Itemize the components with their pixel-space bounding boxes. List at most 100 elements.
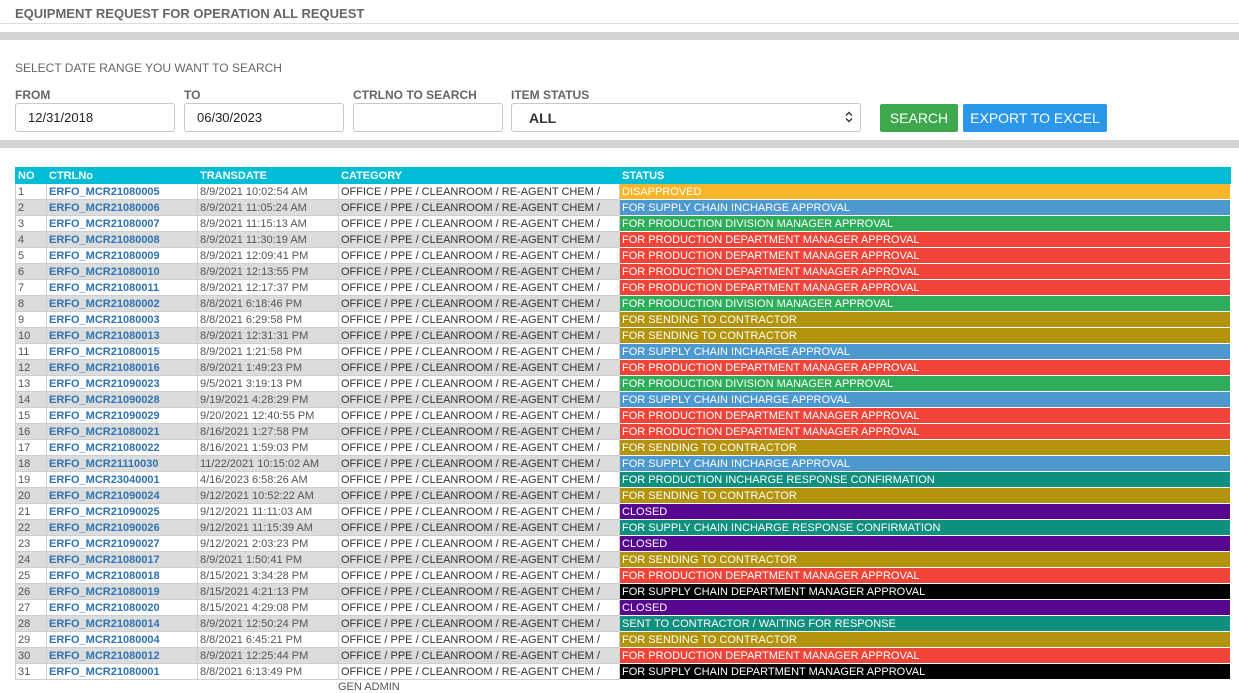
row-ctrlno-link[interactable]: ERFO_MCR21080007 — [46, 215, 198, 232]
from-label: FROM — [15, 88, 51, 102]
header-no[interactable]: NO — [15, 167, 47, 184]
row-ctrlno-link[interactable]: ERFO_MCR21080017 — [46, 551, 198, 568]
row-status: FOR SENDING TO CONTRACTOR — [619, 311, 1231, 328]
table-row[interactable]: 3 ERFO_MCR21080007 8/9/2021 11:15:13 AM OFF… — [15, 215, 1231, 232]
table-row[interactable]: 4 ERFO_MCR21080008 8/9/2021 11:30:19 AM OFF… — [15, 231, 1231, 248]
to-date-input[interactable]: 06/30/2023 — [184, 103, 344, 132]
row-ctrlno-link[interactable]: ERFO_MCR21090027 — [46, 535, 198, 552]
row-ctrlno-link[interactable]: ERFO_MCR21080004 — [46, 631, 198, 648]
row-category: OFFICE / PPE / CLEANROOM / RE-AGENT CHEM… — [338, 327, 620, 344]
table-row[interactable]: 11 ERFO_MCR21080015 8/9/2021 1:21:58 PM OFF… — [15, 343, 1231, 360]
item-status-label: ITEM STATUS — [511, 88, 590, 102]
search-button[interactable]: SEARCH — [880, 104, 958, 132]
category-overflow-text: GEN ADMIN — [338, 681, 400, 693]
table-row[interactable]: 8 ERFO_MCR21080002 8/8/2021 6:18:46 PM OFFI… — [15, 295, 1231, 312]
row-ctrlno-link[interactable]: ERFO_MCR21080014 — [46, 615, 198, 632]
table-row[interactable]: 22 ERFO_MCR21090026 9/12/2021 11:15:39 AM O… — [15, 519, 1231, 536]
table-row[interactable]: 24 ERFO_MCR21080017 8/9/2021 1:50:41 PM OFF… — [15, 551, 1231, 568]
row-ctrlno-link[interactable]: ERFO_MCR21080018 — [46, 567, 198, 584]
row-ctrlno-link[interactable]: ERFO_MCR21090025 — [46, 503, 198, 520]
row-category: OFFICE / PPE / CLEANROOM / RE-AGENT CHEM… — [338, 439, 620, 456]
table-row[interactable]: 5 ERFO_MCR21080009 8/9/2021 12:09:41 PM OFF… — [15, 247, 1231, 264]
row-ctrlno-link[interactable]: ERFO_MCR21080003 — [46, 311, 198, 328]
table-row[interactable]: 16 ERFO_MCR21080021 8/16/2021 1:27:58 PM OF… — [15, 423, 1231, 440]
row-ctrlno-link[interactable]: ERFO_MCR21090024 — [46, 487, 198, 504]
table-row[interactable]: 13 ERFO_MCR21090023 9/5/2021 3:19:13 PM OFF… — [15, 375, 1231, 392]
item-status-select[interactable]: ALL — [511, 103, 861, 132]
table-row[interactable]: 7 ERFO_MCR21080011 8/9/2021 12:17:37 PM OFF… — [15, 279, 1231, 296]
table-row[interactable]: 14 ERFO_MCR21090028 9/19/2021 4:28:29 PM OF… — [15, 391, 1231, 408]
row-ctrlno-link[interactable]: ERFO_MCR21080006 — [46, 199, 198, 216]
row-ctrlno-link[interactable]: ERFO_MCR21080005 — [46, 183, 198, 200]
header-transdate[interactable]: TRANSDATE — [197, 167, 339, 184]
row-ctrlno-link[interactable]: ERFO_MCR21090023 — [46, 375, 198, 392]
table-row[interactable]: 27 ERFO_MCR21080020 8/15/2021 4:29:08 PM OF… — [15, 599, 1231, 616]
row-transdate: 8/15/2021 3:34:28 PM — [197, 567, 339, 584]
table-row[interactable]: 20 ERFO_MCR21090024 9/12/2021 10:52:22 AM O… — [15, 487, 1231, 504]
header-category[interactable]: CATEGORY — [338, 167, 620, 184]
row-ctrlno-link[interactable]: ERFO_MCR21080001 — [46, 663, 198, 680]
header-status[interactable]: STATUS — [619, 167, 1231, 184]
row-ctrlno-link[interactable]: ERFO_MCR21080016 — [46, 359, 198, 376]
to-label: TO — [184, 88, 201, 102]
row-ctrlno-link[interactable]: ERFO_MCR21080012 — [46, 647, 198, 664]
row-ctrlno-link[interactable]: ERFO_MCR21080009 — [46, 247, 198, 264]
ctrlno-search-input[interactable] — [353, 103, 503, 132]
row-no: 17 — [15, 439, 47, 456]
table-row[interactable]: 2 ERFO_MCR21080006 8/9/2021 11:05:24 AM OFF… — [15, 199, 1231, 216]
table-row[interactable]: 12 ERFO_MCR21080016 8/9/2021 1:49:23 PM OFF… — [15, 359, 1231, 376]
table-row[interactable]: 1 ERFO_MCR21080005 8/9/2021 10:02:54 AM OFF… — [15, 183, 1231, 200]
row-ctrlno-link[interactable]: ERFO_MCR23040001 — [46, 471, 198, 488]
table-row[interactable]: 21 ERFO_MCR21090025 9/12/2021 11:11:03 AM O… — [15, 503, 1231, 520]
row-status: FOR SUPPLY CHAIN INCHARGE RESPONSE CONFI… — [619, 519, 1231, 536]
row-status: FOR SENDING TO CONTRACTOR — [619, 439, 1231, 456]
row-ctrlno-link[interactable]: ERFO_MCR21080013 — [46, 327, 198, 344]
table-row[interactable]: 28 ERFO_MCR21080014 8/9/2021 12:50:24 PM OF… — [15, 615, 1231, 632]
table-row[interactable]: 26 ERFO_MCR21080019 8/15/2021 4:21:13 PM OF… — [15, 583, 1231, 600]
row-ctrlno-link[interactable]: ERFO_MCR21080011 — [46, 279, 198, 296]
row-ctrlno-link[interactable]: ERFO_MCR21080020 — [46, 599, 198, 616]
header-ctrlno[interactable]: CTRLNo — [46, 167, 198, 184]
row-ctrlno-link[interactable]: ERFO_MCR21080002 — [46, 295, 198, 312]
row-transdate: 8/8/2021 6:13:49 PM — [197, 663, 339, 680]
row-category: OFFICE / PPE / CLEANROOM / RE-AGENT CHEM… — [338, 503, 620, 520]
table-row[interactable]: 10 ERFO_MCR21080013 8/9/2021 12:31:31 PM OF… — [15, 327, 1231, 344]
table-row[interactable]: 6 ERFO_MCR21080010 8/9/2021 12:13:55 PM OFF… — [15, 263, 1231, 280]
row-ctrlno-link[interactable]: ERFO_MCR21090026 — [46, 519, 198, 536]
row-ctrlno-link[interactable]: ERFO_MCR21080021 — [46, 423, 198, 440]
row-ctrlno-link[interactable]: ERFO_MCR21090028 — [46, 391, 198, 408]
row-transdate: 8/8/2021 6:18:46 PM — [197, 295, 339, 312]
export-excel-button[interactable]: EXPORT TO EXCEL — [963, 104, 1107, 132]
row-status: FOR PRODUCTION DIVISION MANAGER APPROVAL — [619, 375, 1231, 392]
row-transdate: 9/19/2021 4:28:29 PM — [197, 391, 339, 408]
row-transdate: 8/8/2021 6:45:21 PM — [197, 631, 339, 648]
table-row[interactable]: 25 ERFO_MCR21080018 8/15/2021 3:34:28 PM OF… — [15, 567, 1231, 584]
row-category: OFFICE / PPE / CLEANROOM / RE-AGENT CHEM… — [338, 231, 620, 248]
table-row[interactable]: 9 ERFO_MCR21080003 8/8/2021 6:29:58 PM OFFI… — [15, 311, 1231, 328]
row-ctrlno-link[interactable]: ERFO_MCR21110030 — [46, 455, 198, 472]
table-row[interactable]: 15 ERFO_MCR21090029 9/20/2021 12:40:55 PM O… — [15, 407, 1231, 424]
from-date-input[interactable]: 12/31/2018 — [15, 103, 175, 132]
table-header-row: NO CTRLNo TRANSDATE CATEGORY STATUS — [15, 167, 1231, 184]
table-row[interactable]: 23 ERFO_MCR21090027 9/12/2021 2:03:23 PM OF… — [15, 535, 1231, 552]
row-ctrlno-link[interactable]: ERFO_MCR21080019 — [46, 583, 198, 600]
row-transdate: 8/9/2021 1:50:41 PM — [197, 551, 339, 568]
row-ctrlno-link[interactable]: ERFO_MCR21090029 — [46, 407, 198, 424]
row-ctrlno-link[interactable]: ERFO_MCR21080022 — [46, 439, 198, 456]
row-transdate: 9/12/2021 11:15:39 AM — [197, 519, 339, 536]
title-divider — [0, 23, 1239, 24]
row-transdate: 8/16/2021 1:27:58 PM — [197, 423, 339, 440]
table-row[interactable]: 19 ERFO_MCR23040001 4/16/2023 6:58:26 AM OF… — [15, 471, 1231, 488]
row-no: 12 — [15, 359, 47, 376]
table-row[interactable]: 30 ERFO_MCR21080012 8/9/2021 12:25:44 PM OF… — [15, 647, 1231, 664]
table-row[interactable]: 17 ERFO_MCR21080022 8/16/2021 1:59:03 PM OF… — [15, 439, 1231, 456]
table-row[interactable]: 31 ERFO_MCR21080001 8/8/2021 6:13:49 PM OFF… — [15, 663, 1231, 680]
row-ctrlno-link[interactable]: ERFO_MCR21080008 — [46, 231, 198, 248]
row-status: FOR PRODUCTION DIVISION MANAGER APPROVAL — [619, 295, 1231, 312]
row-ctrlno-link[interactable]: ERFO_MCR21080010 — [46, 263, 198, 280]
table-row[interactable]: 18 ERFO_MCR21110030 11/22/2021 10:15:02 AM… — [15, 455, 1231, 472]
chevron-updown-icon — [845, 111, 853, 123]
row-ctrlno-link[interactable]: ERFO_MCR21080015 — [46, 343, 198, 360]
table-row[interactable]: 29 ERFO_MCR21080004 8/8/2021 6:45:21 PM OFF… — [15, 631, 1231, 648]
row-status: FOR PRODUCTION DIVISION MANAGER APPROVAL — [619, 215, 1231, 232]
